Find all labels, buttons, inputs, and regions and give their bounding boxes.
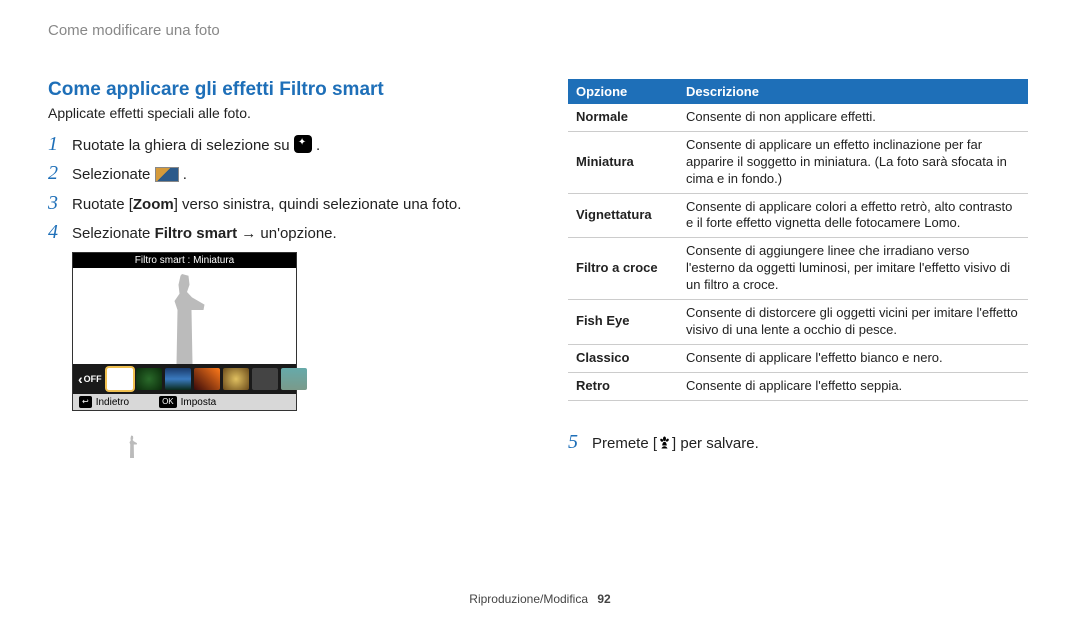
step-text-part: Ruotate la ghiera di selezione su	[72, 137, 294, 154]
step-text-part: .	[183, 166, 187, 183]
step-text-part: Selezionate	[72, 225, 155, 242]
step-text: Selezionate .	[72, 165, 508, 185]
option-cell: Retro	[568, 372, 678, 400]
option-cell: Vignettatura	[568, 193, 678, 238]
filter-thumb[interactable]	[252, 368, 278, 390]
section-title: Come applicare gli effetti Filtro smart	[48, 79, 508, 101]
step-number: 4	[48, 221, 72, 244]
description-cell: Consente di applicare l'effetto seppia.	[678, 372, 1028, 400]
filter-thumb-selected[interactable]	[107, 368, 133, 390]
option-cell: Normale	[568, 104, 678, 131]
filter-thumb[interactable]	[165, 368, 191, 390]
step-1: 1 Ruotate la ghiera di selezione su .	[48, 133, 508, 156]
mode-dial-icon	[294, 135, 312, 153]
step-number: 1	[48, 133, 72, 156]
step-number: 3	[48, 192, 72, 215]
step-text-part: Ruotate [	[72, 196, 133, 213]
filter-options-table: Opzione Descrizione NormaleConsente di n…	[568, 79, 1028, 401]
preview-footer: ↩ Indietro OK Imposta	[73, 394, 296, 410]
filter-thumb-row[interactable]: OFF	[73, 364, 296, 394]
step-text: Ruotate [Zoom] verso sinistra, quindi se…	[72, 195, 508, 215]
step-text-part: → un'opzione.	[237, 225, 337, 242]
ok-key-icon: OK	[159, 396, 177, 408]
footer-section: Riproduzione/Modifica	[469, 592, 588, 606]
step-text-part: Premete [	[592, 435, 657, 452]
table-row: NormaleConsente di non applicare effetti…	[568, 104, 1028, 131]
section-subtitle: Applicate effetti speciali alle foto.	[48, 105, 508, 121]
table-row: Fish EyeConsente di distorcere gli ogget…	[568, 300, 1028, 345]
table-row: ClassicoConsente di applicare l'effetto …	[568, 344, 1028, 372]
description-cell: Consente di applicare l'effetto bianco e…	[678, 344, 1028, 372]
step-text-part: ] per salvare.	[672, 435, 759, 452]
step-text: Selezionate Filtro smart → un'opzione.	[72, 224, 508, 244]
step-4: 4 Selezionate Filtro smart → un'opzione.	[48, 221, 508, 244]
back-label: Indietro	[96, 397, 129, 408]
set-hint: OK Imposta	[159, 396, 216, 408]
footer-page: 92	[597, 592, 610, 606]
filter-off-chip[interactable]: OFF	[76, 371, 104, 387]
step-3: 3 Ruotate [Zoom] verso sinistra, quindi …	[48, 192, 508, 215]
step-2: 2 Selezionate .	[48, 162, 508, 185]
step-text-part: .	[316, 137, 320, 154]
filter-smart-label: Filtro smart	[155, 225, 238, 242]
table-head-description: Descrizione	[678, 79, 1028, 104]
step-text: Ruotate la ghiera di selezione su .	[72, 136, 508, 156]
step-5: 5 Premete [ ] per salvare.	[568, 431, 1028, 454]
option-cell: Fish Eye	[568, 300, 678, 345]
filter-thumb[interactable]	[281, 368, 307, 390]
filter-thumb[interactable]	[223, 368, 249, 390]
macro-flower-icon	[657, 435, 672, 450]
filter-thumb[interactable]	[136, 368, 162, 390]
step-number: 5	[568, 431, 592, 454]
step-text: Premete [ ] per salvare.	[592, 433, 1028, 454]
back-hint: ↩ Indietro	[79, 396, 129, 408]
right-column: Opzione Descrizione NormaleConsente di n…	[568, 79, 1028, 460]
filter-thumb[interactable]	[194, 368, 220, 390]
description-cell: Consente di applicare un effetto inclina…	[678, 131, 1028, 193]
edit-photo-icon	[155, 167, 179, 182]
table-row: Filtro a croceConsente di aggiungere lin…	[568, 238, 1028, 300]
option-cell: Filtro a croce	[568, 238, 678, 300]
description-cell: Consente di aggiungere linee che irradia…	[678, 238, 1028, 300]
breadcrumb: Come modificare una foto	[48, 22, 1032, 39]
preview-canvas	[73, 268, 296, 364]
description-cell: Consente di non applicare effetti.	[678, 104, 1028, 131]
preview-title: Filtro smart : Miniatura	[73, 253, 296, 268]
step-text-part: Selezionate	[72, 166, 155, 183]
back-key-icon: ↩	[79, 396, 92, 408]
step-number: 2	[48, 162, 72, 185]
description-cell: Consente di distorcere gli oggetti vicin…	[678, 300, 1028, 345]
table-row: VignettaturaConsente di applicare colori…	[568, 193, 1028, 238]
description-cell: Consente di applicare colori a effetto r…	[678, 193, 1028, 238]
table-row: RetroConsente di applicare l'effetto sep…	[568, 372, 1028, 400]
option-cell: Classico	[568, 344, 678, 372]
table-row: MiniaturaConsente di applicare un effett…	[568, 131, 1028, 193]
zoom-label: Zoom	[133, 196, 174, 213]
table-head-option: Opzione	[568, 79, 678, 104]
set-label: Imposta	[181, 397, 217, 408]
step-list: 1 Ruotate la ghiera di selezione su . 2 …	[48, 133, 508, 244]
left-column: Come applicare gli effetti Filtro smart …	[48, 79, 508, 460]
option-cell: Miniatura	[568, 131, 678, 193]
page-footer: Riproduzione/Modifica 92	[0, 592, 1080, 606]
step-list-right: 5 Premete [ ] per salvare.	[568, 431, 1028, 454]
camera-preview: Filtro smart : Miniatura OFF ↩ Indietro	[72, 252, 297, 411]
main-columns: Come applicare gli effetti Filtro smart …	[48, 79, 1032, 460]
person-silhouette-icon	[160, 274, 210, 364]
step-text-part: ] verso sinistra, quindi selezionate una…	[174, 196, 462, 213]
